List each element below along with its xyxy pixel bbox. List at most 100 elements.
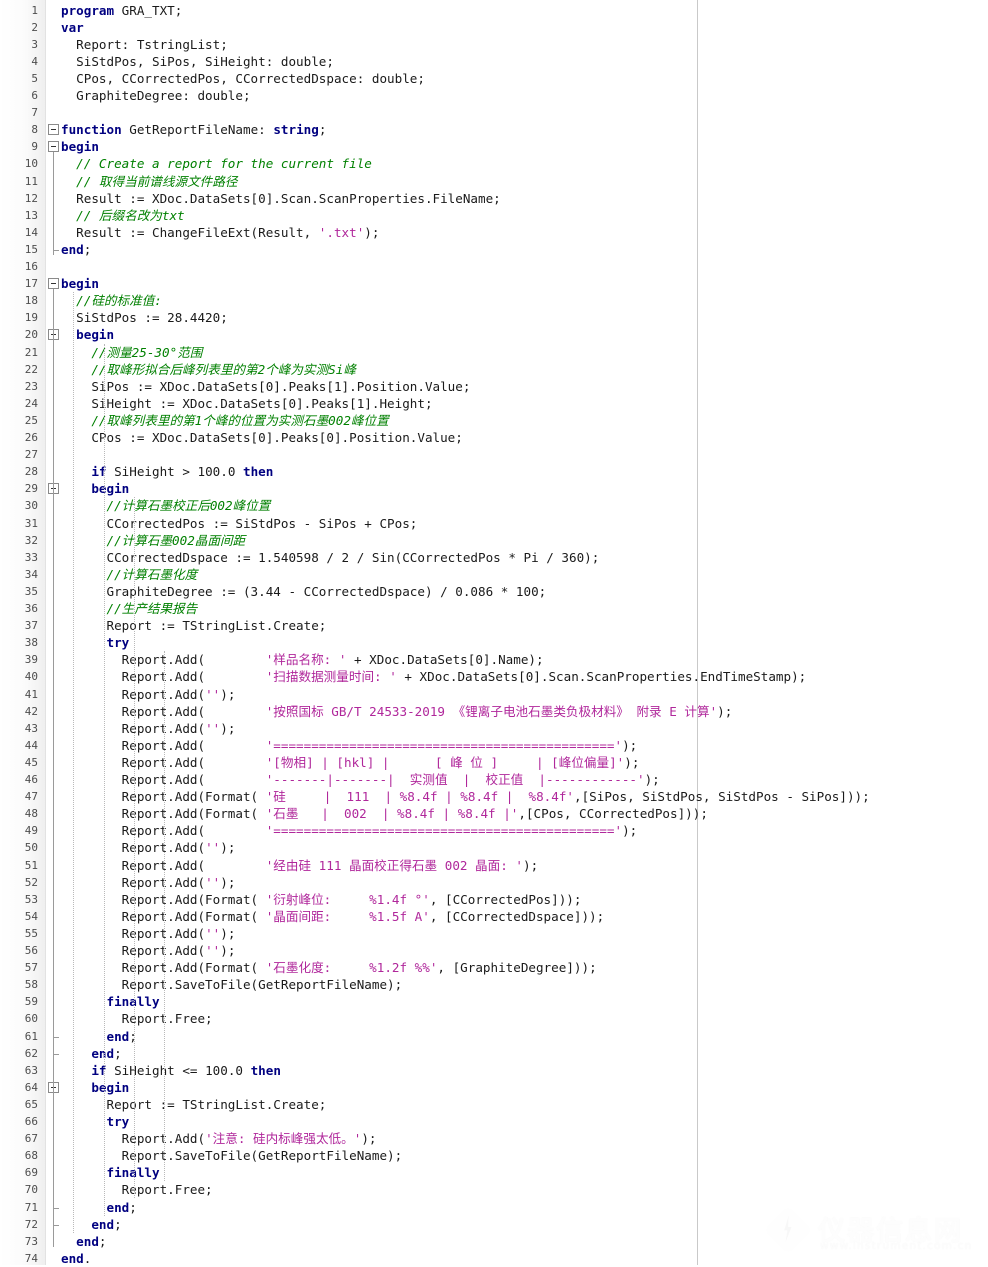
code-line[interactable]: 19 SiStdPos := 28.4420;	[0, 309, 988, 326]
code-line[interactable]: 14 Result := ChangeFileExt(Result, '.txt…	[0, 224, 988, 241]
code-line[interactable]: 25 //取峰列表里的第1个峰的位置为实测石墨002峰位置	[0, 412, 988, 429]
code-line[interactable]: 8function GetReportFileName: string;	[0, 121, 988, 138]
code-line[interactable]: 12 Result := XDoc.DataSets[0].Scan.ScanP…	[0, 190, 988, 207]
line-content[interactable]: CCorrectedPos := SiStdPos - SiPos + CPos…	[61, 515, 417, 532]
code-line[interactable]: 56 Report.Add('');	[0, 942, 988, 959]
line-content[interactable]: finally	[61, 1164, 160, 1181]
code-line[interactable]: 42 Report.Add( '按照国标 GB/T 24533-2019 《锂离…	[0, 703, 988, 720]
line-content[interactable]: //测量25-30°范围	[61, 344, 202, 361]
code-line[interactable]: 53 Report.Add(Format( '衍射峰位: %1.4f °', […	[0, 891, 988, 908]
code-line[interactable]: 69 finally	[0, 1164, 988, 1181]
line-content[interactable]: Report.Free;	[61, 1181, 213, 1198]
code-line[interactable]: 58 Report.SaveToFile(GetReportFileName);	[0, 976, 988, 993]
line-content[interactable]: finally	[61, 993, 160, 1010]
code-line[interactable]: 27	[0, 446, 988, 463]
code-line[interactable]: 26 CPos := XDoc.DataSets[0].Peaks[0].Pos…	[0, 429, 988, 446]
code-line[interactable]: 2var	[0, 19, 988, 36]
code-line[interactable]: 10 // Create a report for the current fi…	[0, 155, 988, 172]
code-line[interactable]: 7	[0, 104, 988, 121]
code-line[interactable]: 9begin	[0, 138, 988, 155]
code-line[interactable]: 66 try	[0, 1113, 988, 1130]
code-line[interactable]: 71 end;	[0, 1199, 988, 1216]
line-content[interactable]: end;	[61, 1216, 122, 1233]
code-line[interactable]: 57 Report.Add(Format( '石墨化度: %1.2f %%', …	[0, 959, 988, 976]
code-line[interactable]: 40 Report.Add( '扫描数据测量时间: ' + XDoc.DataS…	[0, 668, 988, 685]
line-content[interactable]: Report.Add(Format( '硅 | 111 | %8.4f | %8…	[61, 788, 870, 805]
line-content[interactable]: Report.Add('');	[61, 942, 235, 959]
code-line[interactable]: 65 Report := TStringList.Create;	[0, 1096, 988, 1113]
line-content[interactable]: //计算石墨化度	[61, 566, 197, 583]
code-line[interactable]: 59 finally	[0, 993, 988, 1010]
line-content[interactable]: end;	[61, 241, 91, 258]
line-content[interactable]: // 取得当前谱线源文件路径	[61, 173, 237, 190]
line-content[interactable]: Report.Add( '经由硅 111 晶面校正得石墨 002 晶面: ');	[61, 857, 538, 874]
code-line[interactable]: 74end.	[0, 1250, 988, 1267]
code-line[interactable]: 32 //计算石墨002晶面间距	[0, 532, 988, 549]
code-line[interactable]: 11 // 取得当前谱线源文件路径	[0, 173, 988, 190]
code-line[interactable]: 24 SiHeight := XDoc.DataSets[0].Peaks[1]…	[0, 395, 988, 412]
line-content[interactable]: CPos := XDoc.DataSets[0].Peaks[0].Positi…	[61, 429, 463, 446]
code-line[interactable]: 73 end;	[0, 1233, 988, 1250]
line-content[interactable]: begin	[61, 138, 99, 155]
code-line[interactable]: 6 GraphiteDegree: double;	[0, 87, 988, 104]
code-line[interactable]: 49 Report.Add( '========================…	[0, 822, 988, 839]
fold-toggle-icon[interactable]	[48, 278, 59, 289]
line-content[interactable]: Result := ChangeFileExt(Result, '.txt');	[61, 224, 379, 241]
line-content[interactable]: // 后缀名改为txt	[61, 207, 185, 224]
line-content[interactable]: Report.Free;	[61, 1010, 213, 1027]
line-content[interactable]: var	[61, 19, 84, 36]
code-line[interactable]: 13 // 后缀名改为txt	[0, 207, 988, 224]
line-content[interactable]: Report.Add( '扫描数据测量时间: ' + XDoc.DataSets…	[61, 668, 806, 685]
code-line[interactable]: 5 CPos, CCorrectedPos, CCorrectedDspace:…	[0, 70, 988, 87]
code-editor[interactable]: 1program GRA_TXT;2var3 Report: TstringLi…	[0, 0, 988, 1265]
line-content[interactable]: //硅的标准值:	[61, 292, 162, 309]
code-line[interactable]: 62 end;	[0, 1045, 988, 1062]
line-content[interactable]: SiStdPos := 28.4420;	[61, 309, 228, 326]
line-content[interactable]: begin	[61, 326, 114, 343]
line-content[interactable]: Report.Add(Format( '晶面间距: %1.5f A', [CCo…	[61, 908, 604, 925]
line-content[interactable]: //取峰形拟合后峰列表里的第2个峰为实测Si峰	[61, 361, 356, 378]
code-line[interactable]: 20 begin	[0, 326, 988, 343]
line-content[interactable]: Report.Add(Format( '石墨 | 002 | %8.4f | %…	[61, 805, 708, 822]
code-line[interactable]: 70 Report.Free;	[0, 1181, 988, 1198]
line-content[interactable]: //生产结果报告	[61, 600, 197, 617]
code-line[interactable]: 31 CCorrectedPos := SiStdPos - SiPos + C…	[0, 515, 988, 532]
code-line[interactable]: 68 Report.SaveToFile(GetReportFileName);	[0, 1147, 988, 1164]
code-line[interactable]: 46 Report.Add( '-------|-------| 实测值 | 校…	[0, 771, 988, 788]
line-content[interactable]: Report.Add(Format( '衍射峰位: %1.4f °', [CCo…	[61, 891, 581, 908]
code-line[interactable]: 4 SiStdPos, SiPos, SiHeight: double;	[0, 53, 988, 70]
code-line[interactable]: 51 Report.Add( '经由硅 111 晶面校正得石墨 002 晶面: …	[0, 857, 988, 874]
line-content[interactable]: Report.Add('');	[61, 925, 235, 942]
line-content[interactable]: Report: TstringList;	[61, 36, 228, 53]
code-line[interactable]: 18 //硅的标准值:	[0, 292, 988, 309]
code-line[interactable]: 67 Report.Add('注意: 硅内标峰强太低。');	[0, 1130, 988, 1147]
code-line[interactable]: 43 Report.Add('');	[0, 720, 988, 737]
line-content[interactable]: CPos, CCorrectedPos, CCorrectedDspace: d…	[61, 70, 425, 87]
fold-toggle-icon[interactable]	[48, 141, 59, 152]
code-line[interactable]: 21 //测量25-30°范围	[0, 344, 988, 361]
line-content[interactable]: CCorrectedDspace := 1.540598 / 2 / Sin(C…	[61, 549, 599, 566]
code-line[interactable]: 30 //计算石墨校正后002峰位置	[0, 497, 988, 514]
line-content[interactable]: Report := TStringList.Create;	[61, 1096, 326, 1113]
line-content[interactable]: Report.Add('');	[61, 720, 235, 737]
code-line[interactable]: 45 Report.Add( '[物相] | [hkl] | [ 峰 位 ] |…	[0, 754, 988, 771]
code-line[interactable]: 44 Report.Add( '========================…	[0, 737, 988, 754]
line-content[interactable]: GraphiteDegree: double;	[61, 87, 251, 104]
line-content[interactable]: SiStdPos, SiPos, SiHeight: double;	[61, 53, 334, 70]
line-content[interactable]: SiHeight := XDoc.DataSets[0].Peaks[1].He…	[61, 395, 433, 412]
line-content[interactable]: begin	[61, 275, 99, 292]
code-line[interactable]: 15end;	[0, 241, 988, 258]
code-line[interactable]: 64 begin	[0, 1079, 988, 1096]
line-content[interactable]: SiPos := XDoc.DataSets[0].Peaks[1].Posit…	[61, 378, 470, 395]
code-line[interactable]: 39 Report.Add( '样品名称: ' + XDoc.DataSets[…	[0, 651, 988, 668]
code-line[interactable]: 63 if SiHeight <= 100.0 then	[0, 1062, 988, 1079]
line-content[interactable]: function GetReportFileName: string;	[61, 121, 326, 138]
code-line[interactable]: 1program GRA_TXT;	[0, 2, 988, 19]
code-line[interactable]: 47 Report.Add(Format( '硅 | 111 | %8.4f |…	[0, 788, 988, 805]
code-line[interactable]: 50 Report.Add('');	[0, 839, 988, 856]
code-line[interactable]: 17begin	[0, 275, 988, 292]
code-line[interactable]: 55 Report.Add('');	[0, 925, 988, 942]
code-line[interactable]: 23 SiPos := XDoc.DataSets[0].Peaks[1].Po…	[0, 378, 988, 395]
code-line[interactable]: 28 if SiHeight > 100.0 then	[0, 463, 988, 480]
code-line[interactable]: 35 GraphiteDegree := (3.44 - CCorrectedD…	[0, 583, 988, 600]
